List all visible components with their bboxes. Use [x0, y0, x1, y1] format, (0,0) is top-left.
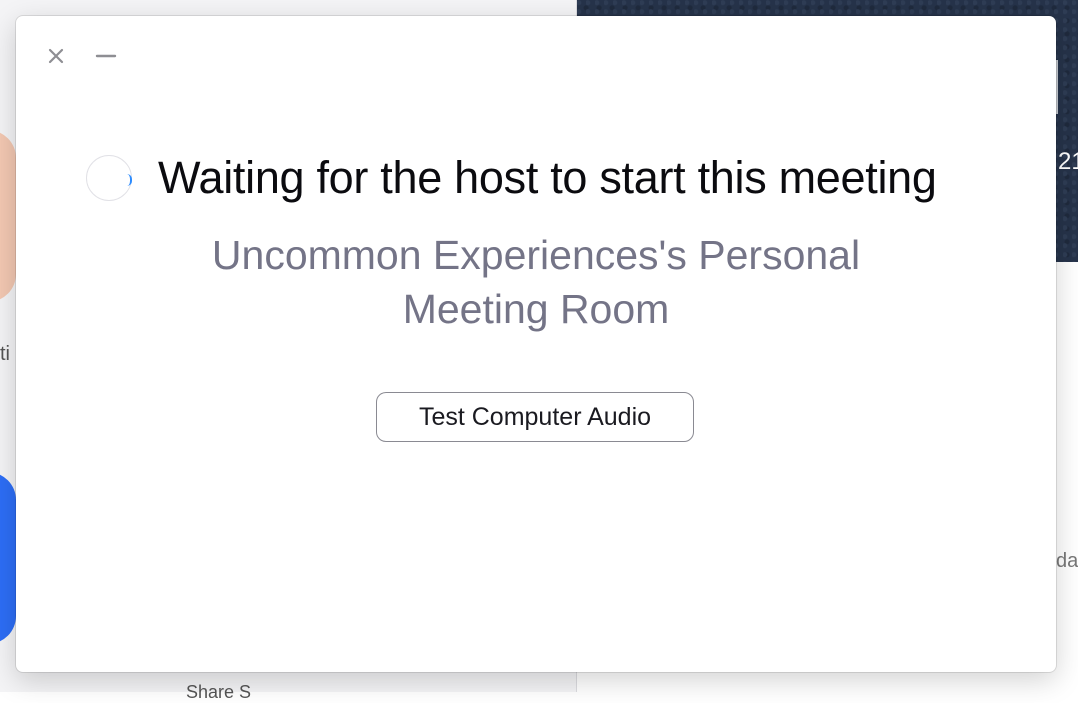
- background-label-left: ti: [0, 343, 10, 365]
- test-computer-audio-button[interactable]: Test Computer Audio: [376, 392, 694, 442]
- minimize-icon: [95, 54, 117, 58]
- meeting-name-line2: Meeting Room: [402, 286, 670, 332]
- meeting-name: Uncommon Experiences's Personal Meeting …: [16, 228, 1056, 336]
- close-icon: [48, 48, 64, 64]
- background-join-tile: [0, 472, 16, 644]
- background-new-meeting-tile: [0, 130, 16, 302]
- meeting-name-line1: Uncommon Experiences's Personal: [211, 232, 861, 278]
- background-clock-bar: [1056, 60, 1058, 114]
- background-label-right: da: [1056, 550, 1078, 572]
- close-button[interactable]: [44, 44, 68, 68]
- status-title: Waiting for the host to start this meeti…: [158, 152, 937, 203]
- waiting-for-host-dialog: Waiting for the host to start this meeti…: [16, 16, 1056, 672]
- background-label-bottom: Share S: [186, 682, 252, 702]
- loading-spinner-icon: [86, 155, 132, 201]
- background-clock-text: 21: [1058, 148, 1078, 175]
- minimize-button[interactable]: [94, 44, 118, 68]
- status-row: Waiting for the host to start this meeti…: [86, 152, 937, 204]
